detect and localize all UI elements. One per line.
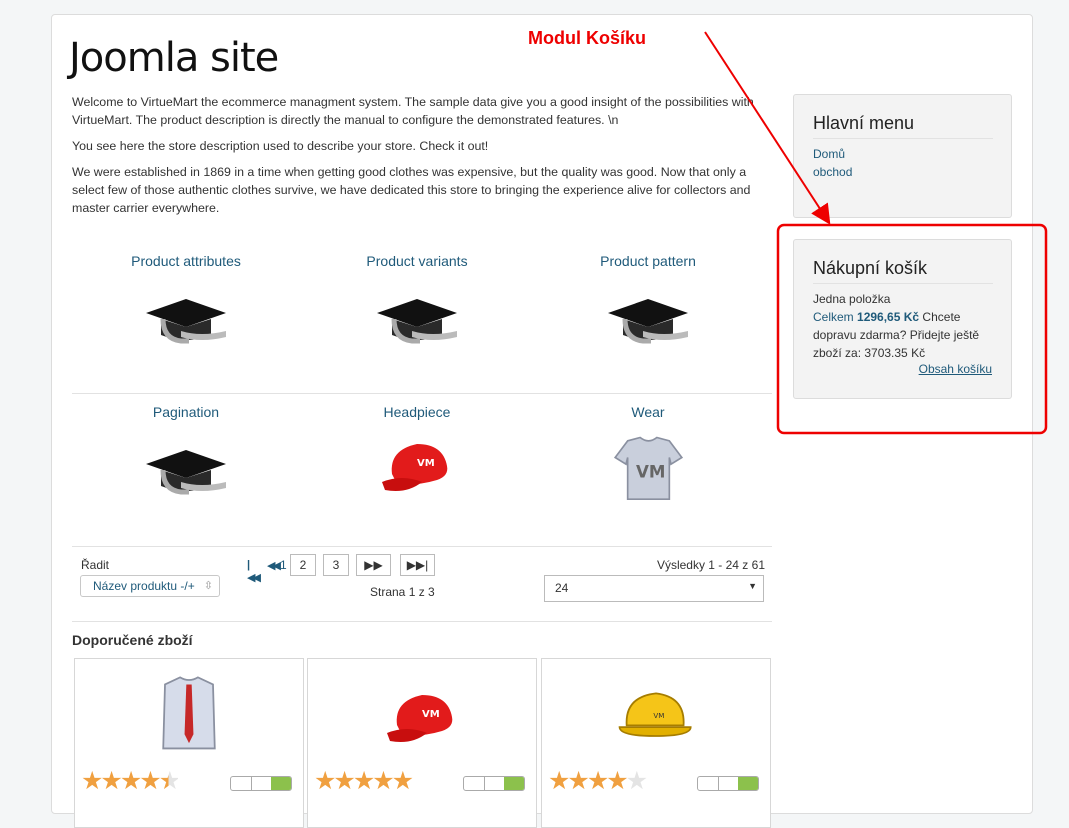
page-2-button[interactable]: 2 bbox=[290, 554, 316, 576]
category-item: Product pattern bbox=[534, 243, 762, 349]
graduation-cap-icon[interactable] bbox=[141, 430, 231, 500]
store-description: Welcome to VirtueMart the ecommerce mana… bbox=[72, 93, 772, 225]
page-status: Strana 1 z 3 bbox=[370, 585, 435, 599]
rating-widget[interactable] bbox=[230, 776, 292, 791]
cart-summary: Jedna položka Celkem 1296,65 Kč Chcete d… bbox=[813, 290, 997, 362]
graduation-cap-icon[interactable] bbox=[603, 279, 693, 349]
main-menu-module: Hlavní menu Domů obchod bbox=[793, 94, 1012, 218]
tshirt-icon[interactable] bbox=[611, 430, 686, 510]
site-title: Joomla site bbox=[69, 35, 279, 81]
intro-paragraph-1: Welcome to VirtueMart the ecommerce mana… bbox=[72, 95, 754, 127]
main-menu-links: Domů obchod bbox=[813, 145, 852, 181]
page-3-button[interactable]: 3 bbox=[323, 554, 349, 576]
annotation-label: Modul Košíku bbox=[528, 28, 646, 48]
cart-total-label: Celkem bbox=[813, 310, 854, 324]
menu-item-home[interactable]: Domů bbox=[813, 145, 852, 163]
featured-section-title: Doporučené zboží bbox=[72, 632, 193, 648]
rating-widget[interactable] bbox=[463, 776, 525, 791]
last-page-button[interactable]: ▶▶| bbox=[400, 554, 435, 576]
category-item: Product attributes bbox=[72, 243, 300, 349]
current-page: 1 bbox=[280, 558, 287, 572]
rating-widget[interactable] bbox=[697, 776, 759, 791]
category-item: Pagination bbox=[72, 394, 300, 500]
sort-button[interactable]: Název produktu -/+ ⇳ bbox=[80, 575, 220, 597]
shirt-tie-icon[interactable] bbox=[149, 667, 229, 757]
cart-total-value: 1296,65 Kč bbox=[857, 310, 920, 324]
category-item: Product variants bbox=[303, 243, 531, 349]
divider bbox=[72, 546, 772, 547]
category-row: Pagination Headpiece Wear bbox=[72, 393, 772, 543]
category-item: Wear bbox=[534, 394, 762, 510]
cart-item-count: Jedna položka bbox=[813, 292, 891, 306]
next-page-button[interactable]: ▶▶ bbox=[356, 554, 391, 576]
rating-stars: ★★★★★ bbox=[81, 767, 181, 795]
category-link-wear[interactable]: Wear bbox=[534, 404, 762, 420]
rating-stars: ★★★★★ bbox=[548, 767, 648, 795]
results-count: Výsledky 1 - 24 z 61 bbox=[656, 558, 765, 572]
dropdown-caret-icon: ▼ bbox=[748, 581, 757, 591]
category-item: Headpiece bbox=[303, 394, 531, 500]
results-per-page-select[interactable]: 24 ▼ bbox=[544, 575, 764, 602]
intro-paragraph-2: You see here the store description used … bbox=[72, 139, 489, 153]
red-cap-icon[interactable] bbox=[377, 430, 457, 500]
first-page-icon[interactable]: |◀◀ bbox=[247, 559, 261, 584]
cart-contents-link[interactable]: Obsah košíku bbox=[919, 362, 992, 376]
cart-title: Nákupní košík bbox=[813, 258, 993, 284]
red-cap-icon[interactable] bbox=[382, 681, 462, 751]
category-link-product-pattern[interactable]: Product pattern bbox=[534, 253, 762, 269]
results-per-page-value: 24 bbox=[555, 581, 569, 595]
page-container: Joomla site Welcome to VirtueMart the ec… bbox=[51, 14, 1033, 828]
sort-arrows-icon: ⇳ bbox=[203, 580, 213, 592]
rating-stars: ★★★★★ bbox=[314, 767, 414, 795]
graduation-cap-icon[interactable] bbox=[372, 279, 462, 349]
sort-button-label: Název produktu -/+ bbox=[93, 579, 195, 593]
main-menu-title: Hlavní menu bbox=[813, 113, 993, 139]
hard-hat-icon[interactable] bbox=[616, 677, 696, 747]
menu-item-shop[interactable]: obchod bbox=[813, 163, 852, 181]
divider bbox=[72, 621, 772, 622]
category-link-product-attributes[interactable]: Product attributes bbox=[72, 253, 300, 269]
sort-label: Řadit bbox=[81, 558, 110, 572]
category-link-pagination[interactable]: Pagination bbox=[72, 404, 300, 420]
category-row: Product attributes Product variants Prod… bbox=[72, 243, 772, 393]
cart-module: Nákupní košík Jedna položka Celkem 1296,… bbox=[793, 239, 1012, 399]
previous-page-icon[interactable]: ◀◀ bbox=[267, 559, 281, 572]
graduation-cap-icon[interactable] bbox=[141, 279, 231, 349]
category-link-headpiece[interactable]: Headpiece bbox=[303, 404, 531, 420]
category-link-product-variants[interactable]: Product variants bbox=[303, 253, 531, 269]
intro-paragraph-3: We were established in 1869 in a time wh… bbox=[72, 165, 751, 215]
